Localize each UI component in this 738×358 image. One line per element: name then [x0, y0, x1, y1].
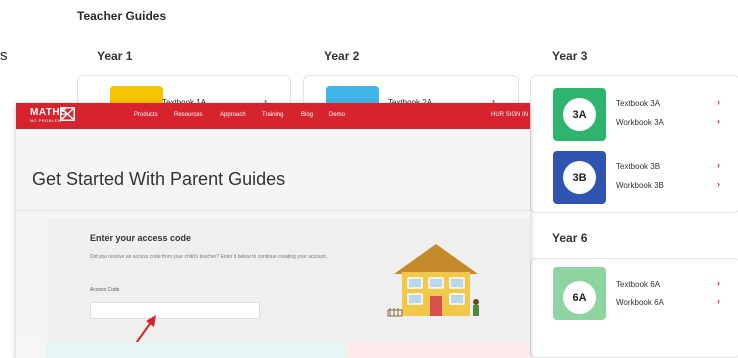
nav-demo[interactable]: Demo: [329, 112, 345, 118]
left-edge-text: s: [0, 47, 8, 64]
textbook-6a-link[interactable]: Textbook 6A: [616, 280, 660, 289]
textbook-3b-link[interactable]: Textbook 3B: [616, 162, 660, 171]
house-illustration-icon: [387, 244, 479, 317]
book-code-3b: 3B: [563, 161, 596, 194]
nav-products[interactable]: Products: [134, 112, 158, 118]
chevron-right-icon: ›: [717, 160, 720, 170]
access-code-label: Access Code: [90, 287, 120, 293]
year-label-6: Year 6: [552, 231, 588, 245]
textbook-3a-link[interactable]: Textbook 3A: [616, 99, 660, 108]
book-tile-3b[interactable]: 3B: [553, 151, 606, 204]
page-heading: Get Started With Parent Guides: [32, 169, 286, 189]
nav-resources[interactable]: Resources: [174, 112, 203, 118]
book-tile-3a[interactable]: 3A: [553, 88, 606, 141]
chevron-right-icon: ›: [717, 296, 720, 306]
nav-training[interactable]: Training: [262, 112, 283, 118]
book-code-3a: 3A: [563, 98, 596, 131]
access-code-title: Enter your access code: [90, 233, 192, 243]
logo-mark-icon: [60, 107, 75, 121]
access-code-input[interactable]: [90, 302, 260, 319]
chevron-right-icon: ›: [717, 278, 720, 288]
teacher-guides-title: Teacher Guides: [77, 9, 167, 23]
year-6-card: 6A Textbook 6A › Workbook 6A ›: [530, 258, 738, 358]
book-tile-6a[interactable]: 6A: [553, 267, 606, 320]
year-label-2: Year 2: [324, 49, 360, 63]
chevron-right-icon: ›: [717, 116, 720, 126]
year-label-3: Year 3: [552, 49, 588, 63]
nav-account[interactable]: HUR SIGN IN: [491, 112, 528, 118]
chevron-right-icon: ›: [717, 179, 720, 189]
top-nav-bar: MATHS NO PROBLEM Products Resources Appr…: [16, 103, 530, 129]
workbook-3a-link[interactable]: Workbook 3A: [616, 118, 664, 127]
year-3-card: 3A Textbook 3A › Workbook 3A › 3B Textbo…: [530, 75, 738, 213]
chevron-right-icon: ›: [717, 97, 720, 107]
nav-blog[interactable]: Blog: [301, 112, 313, 118]
divider: [16, 210, 530, 211]
year-label-1: Year 1: [97, 49, 133, 63]
footer-strip: [16, 342, 530, 358]
parent-guides-screenshot: MATHS NO PROBLEM Products Resources Appr…: [16, 103, 530, 358]
workbook-3b-link[interactable]: Workbook 3B: [616, 181, 664, 190]
access-code-description: Did you receive an access code from your…: [90, 254, 328, 260]
book-code-6a: 6A: [563, 281, 596, 314]
workbook-6a-link[interactable]: Workbook 6A: [616, 298, 664, 307]
nav-approach[interactable]: Approach: [220, 112, 246, 118]
